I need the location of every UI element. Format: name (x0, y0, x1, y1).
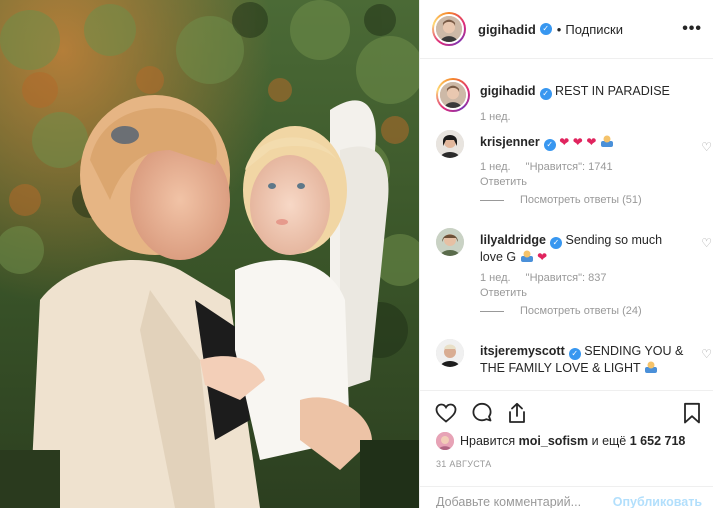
likes-prefix: Нравится (460, 434, 516, 448)
liker-avatar (436, 432, 454, 450)
share-icon-svg (509, 402, 525, 423)
comment-avatar-image (436, 130, 464, 158)
comment-avatar[interactable] (436, 339, 464, 367)
comment-likes[interactable]: "Нравится": 837 (526, 272, 607, 284)
add-comment-bar: Опубликовать (420, 486, 713, 508)
like-comment-heart-icon[interactable]: ♡ (701, 236, 712, 250)
author-username[interactable]: gigihadid (478, 22, 536, 37)
post-photo-image (0, 0, 419, 508)
caption-avatar-image (440, 82, 466, 108)
publish-button[interactable]: Опубликовать (613, 495, 702, 508)
view-replies-button[interactable]: Посмотреть ответы (51) (480, 194, 642, 206)
comment-username[interactable]: lilyaldridge (480, 233, 546, 247)
comment-avatar-image (436, 339, 464, 367)
caption-time[interactable]: 1 нед. (480, 111, 511, 123)
view-replies-line (480, 310, 504, 312)
view-replies-label: Посмотреть ответы (51) (520, 194, 642, 206)
comment-time[interactable]: 1 нед. (480, 161, 511, 173)
praying-hands-emoji-icon (644, 361, 657, 373)
praying-hands-emoji-icon (520, 250, 533, 262)
like-comment-heart-icon[interactable]: ♡ (701, 347, 712, 361)
caption-username[interactable]: gigihadid (480, 84, 536, 98)
comment-username[interactable]: krisjenner (480, 135, 540, 149)
comment-meta: 1 нед. "Нравится": 837 (480, 272, 619, 284)
verified-badge-icon: ✓ (539, 88, 552, 100)
reply-button[interactable]: Ответить (480, 176, 527, 188)
view-replies-label: Посмотреть ответы (24) (520, 305, 642, 317)
bookmark-icon[interactable] (680, 401, 704, 425)
comment-likes[interactable]: "Нравится": 1741 (526, 161, 613, 173)
likes-summary[interactable]: Нравится moi_sofism и ещё 1 652 718 (436, 432, 685, 450)
red-heart-emoji-icon: ❤ (586, 135, 597, 149)
post-photo[interactable] (0, 0, 419, 508)
following-button[interactable]: Подписки (565, 22, 623, 37)
comments-list[interactable]: gigihadid ✓ REST IN PARADISE 1 нед. krisj… (420, 60, 713, 390)
red-heart-emoji-icon: ❤ (537, 250, 548, 264)
comment-avatar[interactable] (436, 130, 464, 158)
like-comment-heart-icon[interactable]: ♡ (701, 140, 712, 154)
caption-meta: 1 нед. (480, 111, 523, 123)
author-avatar[interactable] (432, 12, 466, 46)
liker-avatar-image (436, 432, 454, 450)
comment-icon-svg (472, 402, 492, 422)
verified-badge-icon: ✓ (543, 139, 556, 151)
caption-avatar[interactable] (436, 78, 470, 112)
author-avatar-image (436, 16, 462, 42)
likes-user[interactable]: moi_sofism (519, 434, 588, 448)
red-heart-emoji-icon: ❤ (572, 135, 583, 149)
heart-icon[interactable] (434, 401, 458, 425)
reply-button[interactable]: Ответить (480, 287, 527, 299)
praying-hands-emoji-icon (600, 135, 613, 147)
view-replies-button[interactable]: Посмотреть ответы (24) (480, 305, 642, 317)
post-date[interactable]: 31 АВГУСТА (436, 459, 492, 469)
header-separator: • (556, 21, 562, 37)
post-header: gigihadid ✓ • Подписки ••• (420, 0, 713, 59)
verified-badge-icon: ✓ (550, 237, 562, 249)
comment-meta: 1 нед. "Нравится": 1741 (480, 161, 625, 173)
view-replies-line (480, 199, 504, 201)
comment-username[interactable]: itsjeremyscott (480, 344, 565, 358)
comment-time[interactable]: 1 нед. (480, 272, 511, 284)
caption-text: REST IN PARADISE (555, 84, 670, 98)
post-actions: Нравится moi_sofism и ещё 1 652 718 31 А… (420, 390, 713, 490)
add-comment-input[interactable] (436, 495, 606, 508)
share-icon[interactable] (505, 401, 529, 425)
verified-badge-icon: ✓ (539, 23, 552, 35)
post-panel: gigihadid ✓ • Подписки ••• gigihadid ✓ R… (419, 0, 713, 508)
comment-avatar-image (436, 228, 464, 256)
likes-middle: и ещё (591, 434, 627, 448)
comment-avatar[interactable] (436, 228, 464, 256)
verified-badge-icon: ✓ (568, 348, 581, 360)
comment-icon[interactable] (470, 401, 494, 425)
more-options-icon[interactable]: ••• (682, 20, 702, 38)
likes-count[interactable]: 1 652 718 (630, 434, 686, 448)
red-heart-emoji-icon: ❤ (559, 135, 570, 149)
bookmark-icon-svg (684, 402, 700, 424)
heart-icon-svg (435, 403, 457, 423)
